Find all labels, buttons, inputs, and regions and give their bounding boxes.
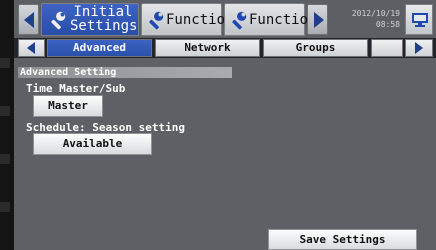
arrow-right-icon (314, 12, 324, 28)
arrow-left-icon (27, 42, 35, 54)
schedule-value: Available (62, 137, 123, 150)
tab-function2[interactable]: Function2 (224, 3, 325, 36)
monitor-button[interactable] (405, 4, 433, 35)
arrow-right-icon (415, 42, 423, 54)
clock-date: 2012/10/19 (351, 9, 400, 18)
schedule-button[interactable]: Available (33, 133, 152, 155)
wrench-icon (149, 11, 164, 30)
strip-marker (0, 58, 10, 68)
top-prev-button[interactable] (18, 4, 39, 35)
subtab-network-label: Network (184, 41, 231, 54)
save-settings-button[interactable]: Save Settings (268, 229, 417, 250)
tab-initial-settings-line1: Initial (73, 4, 133, 20)
tab-initial-settings-line2: Settings (70, 18, 138, 34)
subtab-groups-label: Groups (295, 41, 336, 54)
time-master-value: Master (48, 99, 88, 112)
strip-marker (0, 106, 10, 116)
tab-function1[interactable]: Function1 (141, 3, 242, 36)
subtab-advanced[interactable]: Advanced (47, 39, 152, 57)
clock-time: 08:58 (375, 20, 400, 29)
arrow-left-icon (24, 12, 34, 28)
strip-marker (0, 154, 10, 164)
time-master-label: Time Master/Sub (26, 82, 126, 95)
top-next-button[interactable] (307, 4, 328, 35)
subtab-blank[interactable] (371, 39, 403, 57)
wrench-icon (51, 11, 66, 30)
strip-marker (0, 202, 10, 212)
wrench-icon (232, 11, 247, 30)
monitor-icon (412, 13, 428, 27)
sub-next-button[interactable] (405, 39, 433, 57)
save-settings-label: Save Settings (299, 233, 386, 246)
subtab-advanced-label: Advanced (73, 41, 126, 54)
left-strip (0, 0, 14, 250)
time-master-button[interactable]: Master (33, 95, 103, 117)
tab-initial-settings[interactable]: Initial Settings (41, 3, 139, 36)
section-title: Advanced Setting (20, 67, 117, 78)
subtab-network[interactable]: Network (155, 39, 260, 57)
sub-prev-button[interactable] (18, 39, 45, 57)
clock: 2012/10/19 08:58 (334, 8, 400, 30)
subtab-groups[interactable]: Groups (263, 39, 368, 57)
